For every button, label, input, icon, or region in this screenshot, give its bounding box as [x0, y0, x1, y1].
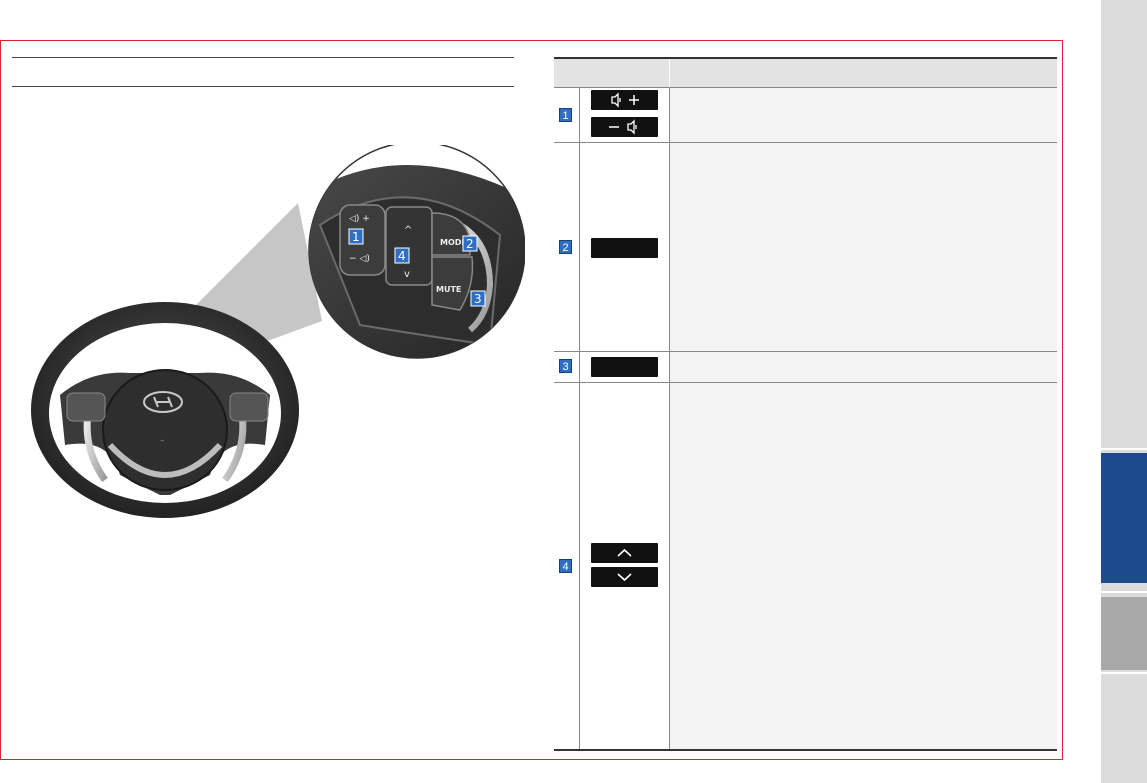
steering-controls-table: 1 2 3 4 — [554, 57, 1057, 751]
table-col-rule — [669, 87, 670, 749]
zoom-volume-down-label: − ◁) — [349, 254, 370, 264]
table-desc-cell — [670, 383, 1057, 749]
chapter-tab-active[interactable] — [1101, 453, 1147, 583]
right-switch-cluster — [229, 392, 269, 422]
svg-text:1: 1 — [352, 230, 360, 244]
svg-text:3: 3 — [474, 292, 482, 306]
zoom-seek-up-glyph: ^ — [404, 225, 412, 236]
row-number-badge: 1 — [559, 108, 572, 122]
chapter-tab[interactable] — [1101, 597, 1147, 670]
table-header-divider — [669, 59, 670, 87]
horn-symbol: ⌁ — [160, 436, 165, 445]
section-rule-top — [12, 57, 514, 58]
mute-button — [591, 357, 658, 377]
mode-button — [591, 238, 658, 258]
left-switch-cluster — [66, 392, 106, 422]
section-rule-bottom — [12, 86, 514, 87]
chevron-down-icon — [591, 567, 658, 587]
table-desc-cell — [670, 143, 1057, 351]
zoom-seek-down-glyph: v — [404, 269, 410, 280]
callout-2: 2 — [462, 235, 478, 252]
volume-down-icon — [591, 117, 658, 137]
table-bottom-rule — [554, 749, 1057, 751]
svg-text:4: 4 — [398, 249, 406, 263]
volume-up-icon — [591, 90, 658, 110]
row-number-badge: 3 — [559, 359, 572, 373]
callout-1: 1 — [348, 228, 364, 245]
table-header — [554, 59, 1057, 87]
callout-3: 3 — [470, 290, 486, 307]
table-desc-cell — [670, 88, 1057, 142]
table-top-rule — [554, 57, 1057, 59]
steering-wheel-illustration: ⌁ ◁) + − ◁) ^ v MODE MUTE 1 4 2 3 — [31, 145, 525, 518]
callout-4: 4 — [394, 247, 410, 264]
zoom-mute-label: MUTE — [436, 285, 461, 294]
table-desc-cell — [670, 352, 1057, 382]
table-col-rule — [579, 87, 580, 749]
zoom-volume-up-label: ◁) + — [349, 214, 370, 224]
chevron-up-icon — [591, 543, 658, 563]
row-number-badge: 4 — [559, 559, 572, 573]
row-number-badge: 2 — [559, 240, 572, 254]
svg-text:2: 2 — [466, 237, 474, 251]
